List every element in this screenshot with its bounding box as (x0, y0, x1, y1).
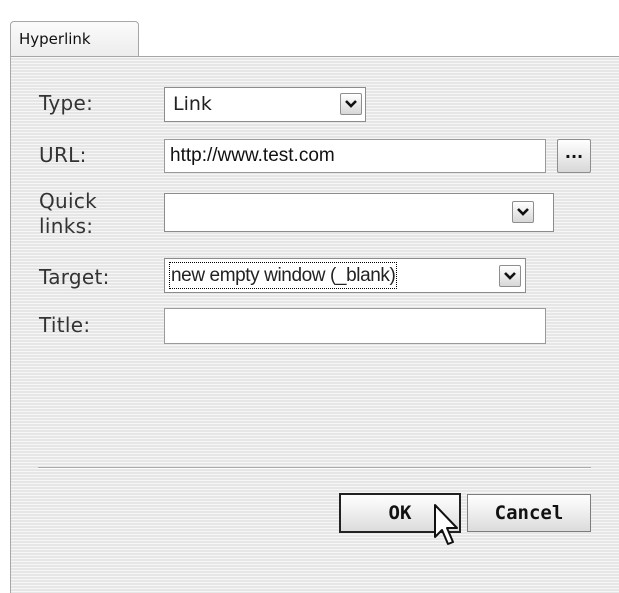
title-label: Title: (39, 313, 91, 337)
type-select-value: Link (173, 93, 212, 115)
tab-hyperlink-label: Hyperlink (19, 30, 91, 48)
chevron-down-icon[interactable] (512, 201, 534, 223)
url-input[interactable]: http://www.test.com (164, 139, 546, 173)
target-select[interactable]: new empty window (_blank) (164, 258, 526, 293)
quick-links-label-line2: links: (39, 214, 94, 238)
target-label: Target: (39, 265, 110, 289)
quick-links-select[interactable] (164, 193, 554, 232)
cancel-button[interactable]: Cancel (467, 494, 591, 532)
tab-hyperlink[interactable]: Hyperlink (10, 21, 139, 57)
browse-button[interactable]: ... (557, 139, 591, 173)
target-select-value: new empty window (_blank) (169, 262, 398, 289)
mouse-pointer-icon (433, 503, 461, 559)
quick-links-label: Quick links: (39, 189, 97, 239)
title-input[interactable] (164, 308, 546, 344)
chevron-down-icon[interactable] (340, 93, 362, 115)
type-label: Type: (39, 91, 94, 115)
url-label: URL: (39, 143, 87, 167)
chevron-down-icon[interactable] (499, 265, 521, 287)
type-select[interactable]: Link (164, 87, 366, 122)
divider (38, 467, 591, 469)
quick-links-label-line1: Quick (39, 189, 98, 213)
